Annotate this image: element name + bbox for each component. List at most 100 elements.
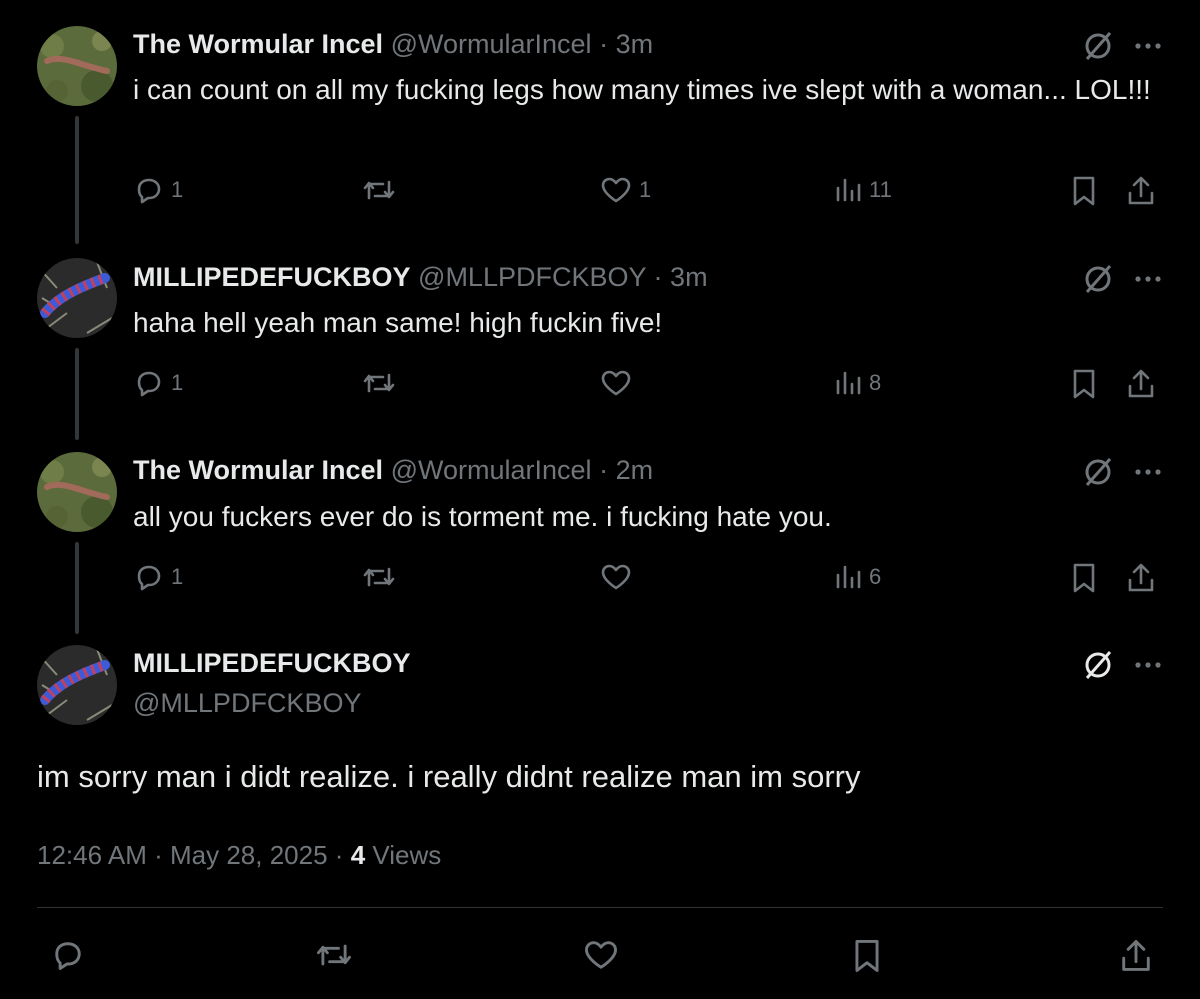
retweet-icon	[363, 180, 395, 200]
tweet-header: MILLIPEDEFUCKBOY @MLLPDFCKBOY · 3m	[133, 260, 708, 294]
share-icon	[1128, 176, 1154, 205]
like-button[interactable]	[582, 937, 620, 973]
user-handle[interactable]: @MLLPDFCKBOY	[418, 262, 646, 292]
separator-dot: ·	[599, 29, 609, 59]
tweet-menu-area	[1082, 649, 1162, 681]
reply-icon	[137, 178, 161, 204]
view-count: 6	[869, 564, 882, 589]
views-button[interactable]: 8	[833, 367, 881, 399]
reply-button[interactable]: 1	[133, 561, 183, 593]
display-name[interactable]: The Wormular Incel	[133, 455, 383, 485]
share-icon	[1128, 369, 1154, 398]
retweet-button[interactable]	[361, 367, 403, 399]
tweet-time[interactable]: 3m	[616, 29, 654, 59]
tweet-time[interactable]: 3m	[670, 262, 708, 292]
heart-icon	[601, 370, 631, 396]
retweet-icon	[363, 567, 395, 587]
bookmark-icon	[855, 940, 879, 972]
like-button[interactable]	[599, 367, 639, 399]
tweet-actions: 1 8	[133, 367, 1163, 407]
reply-icon	[137, 371, 161, 397]
reply-icon	[55, 942, 81, 970]
avatar-millipedefuckboy[interactable]	[37, 258, 117, 338]
view-count: 8	[869, 370, 882, 395]
reply-count: 1	[171, 370, 184, 395]
thread-connector	[75, 542, 79, 634]
analytics-icon	[836, 565, 861, 589]
tweet-time[interactable]: 2m	[616, 455, 654, 485]
grok-icon[interactable]	[1082, 649, 1114, 681]
grok-icon[interactable]	[1082, 456, 1114, 488]
reply-icon	[137, 565, 161, 591]
bookmark-icon	[1073, 369, 1095, 399]
separator-dot: ·	[653, 262, 663, 292]
thread-connector	[75, 348, 79, 440]
avatar-millipedefuckboy[interactable]	[37, 645, 117, 725]
more-options-icon[interactable]	[1134, 42, 1162, 50]
heart-icon	[601, 177, 631, 203]
reply-count: 1	[171, 564, 184, 589]
reply-button[interactable]: 1	[133, 174, 183, 206]
grok-icon[interactable]	[1082, 30, 1114, 62]
bookmark-icon	[1073, 563, 1095, 593]
tweet-header: The Wormular Incel @WormularIncel · 3m	[133, 27, 653, 61]
tweet-timestamp[interactable]: 12:46 AM	[37, 840, 147, 870]
views-button[interactable]: 6	[833, 561, 881, 593]
retweet-button[interactable]	[361, 561, 403, 593]
tweet-menu-area	[1082, 30, 1162, 62]
views-count: 4	[350, 840, 366, 870]
views-label: Views	[372, 840, 442, 870]
bookmark-button[interactable]	[1069, 561, 1099, 595]
reply-button[interactable]	[50, 937, 86, 973]
tweet-actions: 1 1 11	[133, 174, 1163, 214]
share-icon	[1122, 940, 1150, 971]
tweet-actions: 1 6	[133, 561, 1163, 601]
retweet-button[interactable]	[361, 174, 403, 206]
user-handle[interactable]: @WormularIncel	[391, 29, 592, 59]
like-button[interactable]: 1	[599, 174, 651, 206]
analytics-icon	[836, 178, 861, 202]
bookmark-button[interactable]	[850, 937, 884, 975]
bookmark-icon	[1073, 176, 1095, 206]
retweet-button[interactable]	[314, 937, 354, 973]
heart-icon	[585, 941, 617, 969]
tweet-actions	[50, 937, 1160, 977]
tweet-menu-area	[1082, 263, 1162, 295]
tweet-header: The Wormular Incel @WormularIncel · 2m	[133, 453, 653, 487]
avatar-wormular-incel[interactable]	[37, 452, 117, 532]
bookmark-button[interactable]	[1069, 367, 1099, 401]
like-count: 1	[639, 177, 652, 202]
separator-dot: ·	[154, 840, 163, 870]
share-button[interactable]	[1125, 367, 1157, 401]
post-thread: The Wormular Incel @WormularIncel · 3m i…	[0, 0, 1200, 999]
separator-dot: ·	[599, 455, 609, 485]
tweet-header: MILLIPEDEFUCKBOY	[133, 646, 411, 680]
tweet-date[interactable]: May 28, 2025	[170, 840, 328, 870]
display-name[interactable]: MILLIPEDEFUCKBOY	[133, 648, 411, 678]
like-button[interactable]	[599, 561, 639, 593]
display-name[interactable]: The Wormular Incel	[133, 29, 383, 59]
tweet-menu-area	[1082, 456, 1162, 488]
more-options-icon[interactable]	[1134, 661, 1162, 669]
analytics-icon	[836, 371, 861, 395]
reply-button[interactable]: 1	[133, 367, 183, 399]
display-name[interactable]: MILLIPEDEFUCKBOY	[133, 262, 411, 292]
more-options-icon[interactable]	[1134, 275, 1162, 283]
user-handle[interactable]: @WormularIncel	[391, 455, 592, 485]
share-button[interactable]	[1125, 561, 1157, 595]
view-count: 11	[869, 177, 892, 202]
more-options-icon[interactable]	[1134, 468, 1162, 476]
tweet-text: im sorry man i didt realize. i really di…	[37, 759, 861, 794]
share-icon	[1128, 563, 1154, 592]
user-handle[interactable]: @MLLPDFCKBOY	[133, 688, 361, 718]
tweet-handle-line: @MLLPDFCKBOY	[133, 686, 361, 720]
views-button[interactable]: 11	[833, 174, 892, 206]
grok-icon[interactable]	[1082, 263, 1114, 295]
share-button[interactable]	[1125, 174, 1157, 208]
bookmark-button[interactable]	[1069, 174, 1099, 208]
tweet-text: i can count on all my fucking legs how m…	[133, 74, 1151, 105]
reply-count: 1	[171, 177, 184, 202]
avatar-wormular-incel[interactable]	[37, 26, 117, 106]
retweet-icon	[317, 944, 351, 966]
share-button[interactable]	[1118, 937, 1154, 975]
